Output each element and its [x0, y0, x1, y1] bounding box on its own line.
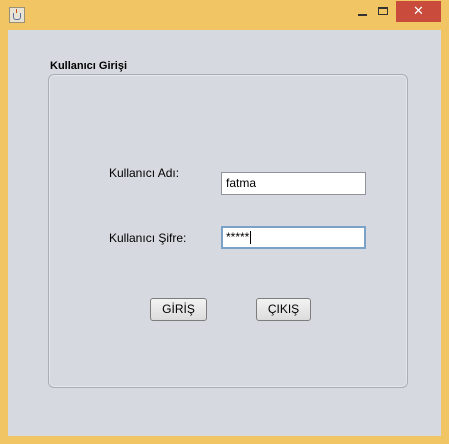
password-field[interactable]: *****	[221, 226, 366, 249]
cup-shape	[13, 13, 21, 20]
password-value: *****	[226, 230, 250, 244]
content-area: Kullanıcı Girişi Kullanıcı Adı: fatma Ku…	[8, 30, 441, 436]
close-button[interactable]: ✕	[396, 1, 441, 22]
username-field[interactable]: fatma	[221, 172, 366, 195]
username-label: Kullanıcı Adı:	[109, 166, 180, 180]
java-cup-icon[interactable]	[9, 7, 25, 23]
minimize-icon	[358, 14, 367, 16]
password-label: Kullanıcı Şifre:	[109, 231, 187, 245]
app-window: ✕ Kullanıcı Girişi Kullanıcı Adı: fatma …	[0, 0, 449, 444]
exit-button[interactable]: ÇIKIŞ	[256, 298, 311, 321]
title-bar[interactable]: ✕	[0, 0, 449, 30]
login-panel: Kullanıcı Adı: fatma Kullanıcı Şifre: **…	[48, 74, 408, 388]
maximize-button[interactable]	[374, 2, 394, 22]
login-panel-title: Kullanıcı Girişi	[50, 60, 128, 72]
username-value: fatma	[226, 176, 257, 190]
minimize-button[interactable]	[350, 2, 376, 22]
login-button[interactable]: GİRİŞ	[150, 298, 207, 321]
text-caret	[250, 231, 252, 245]
maximize-icon	[378, 7, 388, 15]
close-icon: ✕	[413, 4, 424, 19]
